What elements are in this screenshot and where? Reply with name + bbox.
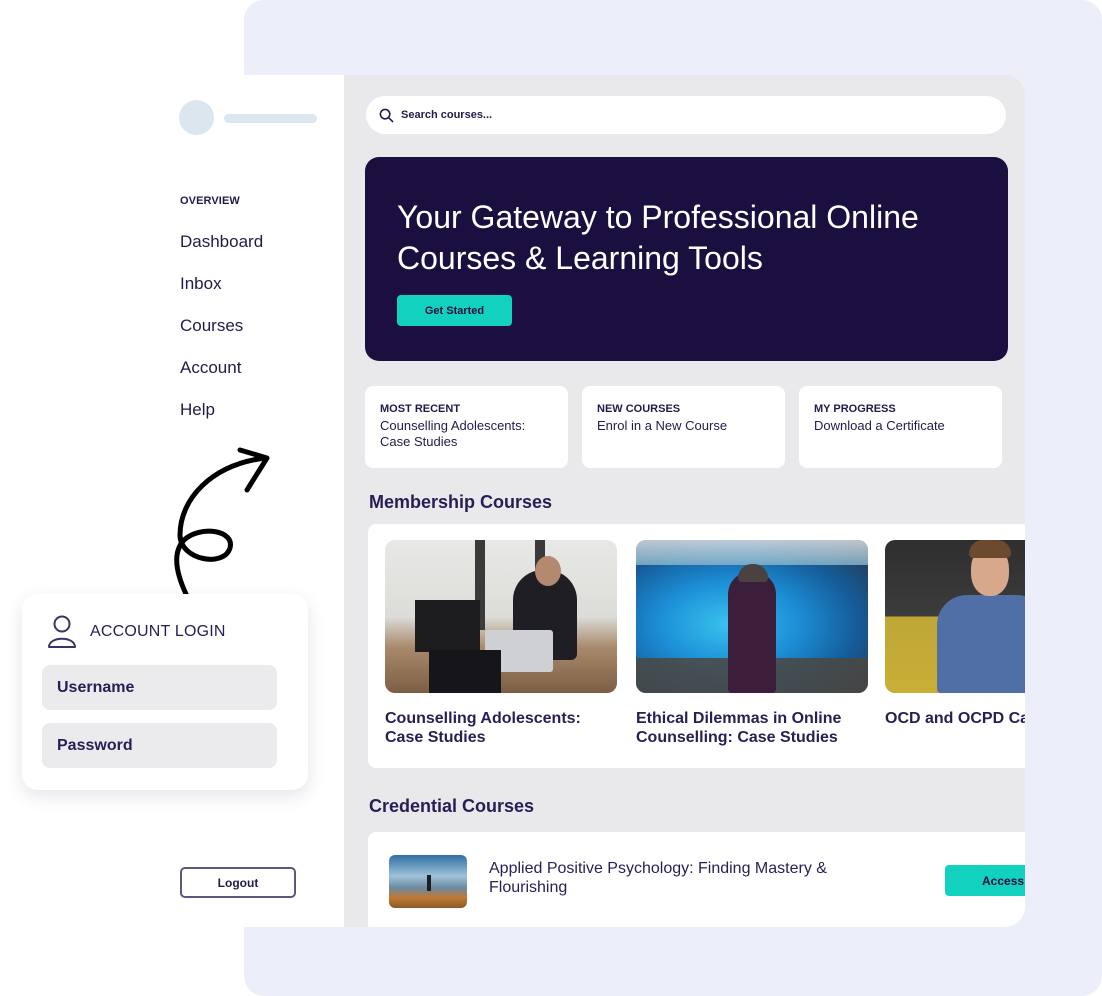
quick-links: MOST RECENT Counselling Adolescents: Cas… <box>365 386 1002 468</box>
quick-link-text: Download a Certificate <box>814 418 945 433</box>
main-content: Search courses... Your Gateway to Profes… <box>344 75 1025 927</box>
quick-link-label: NEW COURSES <box>597 403 681 415</box>
login-header: ACCOUNT LOGIN <box>47 614 226 650</box>
hero-title: Your Gateway to Professional Online Cour… <box>397 199 919 276</box>
avatar[interactable] <box>179 100 214 135</box>
search-bar[interactable]: Search courses... <box>366 96 1006 134</box>
course-title[interactable]: Applied Positive Psychology: Finding Mas… <box>489 859 879 897</box>
get-started-button[interactable]: Get Started <box>397 295 512 326</box>
user-name-placeholder <box>224 114 317 123</box>
course-image-man-writing <box>885 540 1025 693</box>
quick-link-most-recent[interactable]: MOST RECENT Counselling Adolescents: Cas… <box>365 386 568 468</box>
course-card[interactable]: OCD and OCPD Case Studies <box>885 540 1025 728</box>
account-login-card: ACCOUNT LOGIN <box>22 594 308 790</box>
quick-link-new-courses[interactable]: NEW COURSES Enrol in a New Course <box>582 386 785 468</box>
credential-course-row: Applied Positive Psychology: Finding Mas… <box>368 832 1025 927</box>
membership-courses-carousel: Counselling Adolescents: Case Studies Et… <box>368 524 1025 768</box>
access-button[interactable]: Access <box>945 865 1025 896</box>
hero-banner: Your Gateway to Professional Online Cour… <box>365 157 1008 361</box>
quick-link-text: Enrol in a New Course <box>597 418 728 433</box>
sidebar-item-inbox[interactable]: Inbox <box>180 272 263 314</box>
sidebar-nav: Dashboard Inbox Courses Account Help <box>180 230 263 440</box>
course-title: OCD and OCPD Case Studies <box>885 710 1025 727</box>
course-title: Ethical Dilemmas in Online Counselling: … <box>636 710 842 746</box>
search-input[interactable]: Search courses... <box>401 109 492 121</box>
login-title: ACCOUNT LOGIN <box>90 623 226 640</box>
logout-button[interactable]: Logout <box>180 867 296 898</box>
nav-section-heading: OVERVIEW <box>180 195 240 207</box>
search-icon <box>379 108 394 122</box>
quick-link-label: MOST RECENT <box>380 403 461 415</box>
membership-courses-heading: Membership Courses <box>369 492 553 512</box>
course-card[interactable]: Counselling Adolescents: Case Studies <box>385 540 617 747</box>
password-field[interactable] <box>42 723 277 768</box>
curly-arrow-icon <box>174 447 270 609</box>
sidebar-item-help[interactable]: Help <box>180 398 263 440</box>
sidebar-item-dashboard[interactable]: Dashboard <box>180 230 263 272</box>
course-title: Counselling Adolescents: Case Studies <box>385 710 581 746</box>
quick-link-my-progress[interactable]: MY PROGRESS Download a Certificate <box>799 386 1002 468</box>
user-icon <box>48 615 76 648</box>
quick-link-label: MY PROGRESS <box>814 403 896 415</box>
course-image-mountain-hiker <box>389 855 467 908</box>
quick-link-text: Counselling Adolescents: Case Studies <box>380 418 526 449</box>
credential-courses-heading: Credential Courses <box>369 796 535 816</box>
course-image-office-laptop <box>385 540 617 693</box>
sidebar-item-account[interactable]: Account <box>180 356 263 398</box>
course-image-blue-smoke <box>636 540 868 693</box>
sidebar-item-courses[interactable]: Courses <box>180 314 263 356</box>
username-field[interactable] <box>42 665 277 710</box>
course-card[interactable]: Ethical Dilemmas in Online Counselling: … <box>636 540 868 747</box>
